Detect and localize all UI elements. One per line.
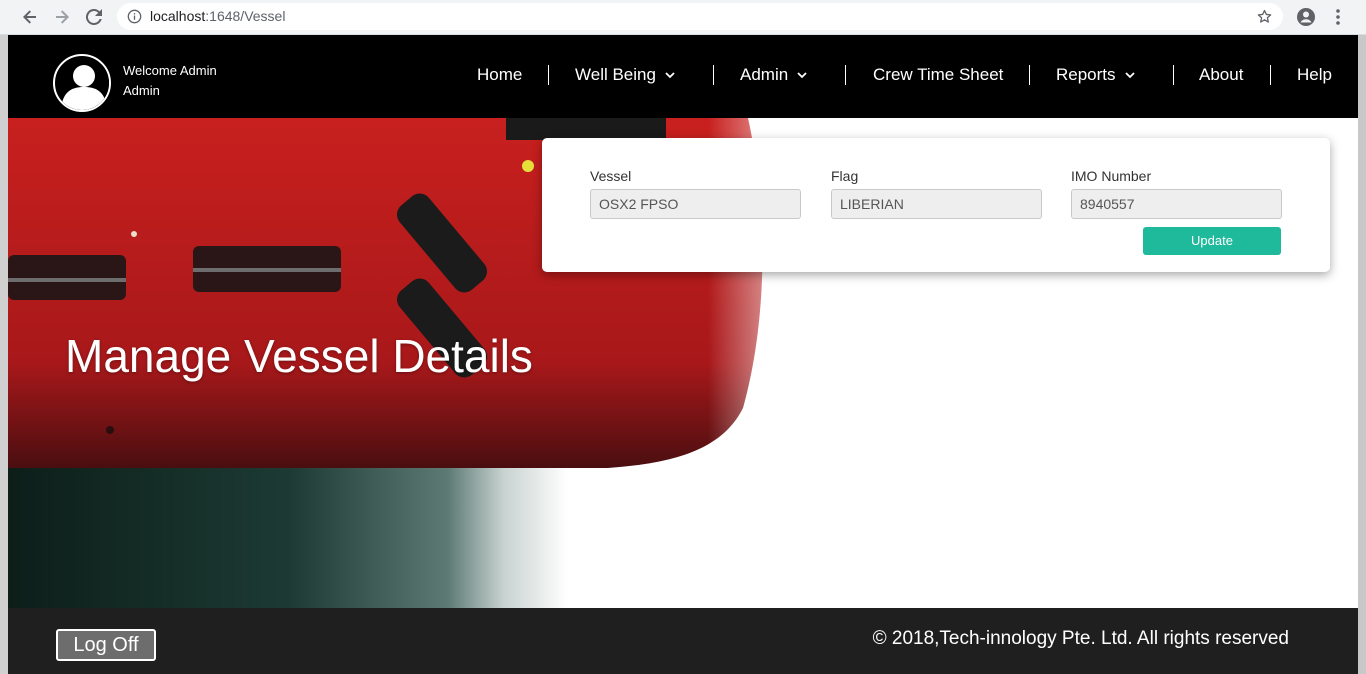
- nav-reports-label: Reports: [1056, 65, 1116, 84]
- info-icon[interactable]: [127, 9, 142, 24]
- nav-divider: [1173, 65, 1174, 85]
- page: Welcome Admin Admin Home Well Being Admi…: [8, 35, 1358, 674]
- nav-about[interactable]: About: [1199, 63, 1243, 87]
- welcome-text: Welcome Admin Admin: [123, 61, 217, 101]
- window-scrollbar-track[interactable]: [1358, 35, 1366, 674]
- update-button[interactable]: Update: [1143, 227, 1281, 255]
- browser-toolbar: localhost:1648/Vessel: [0, 0, 1366, 35]
- user-avatar-icon: [57, 58, 109, 110]
- window-left-edge: [0, 35, 8, 674]
- url-host: localhost: [150, 8, 206, 24]
- vessel-input[interactable]: [590, 189, 801, 219]
- hero-banner: Manage Vessel Details Vessel Flag IMO Nu…: [8, 118, 1358, 608]
- nav-crew-time-sheet-label: Crew Time Sheet: [873, 65, 1004, 84]
- nav-help[interactable]: Help: [1297, 63, 1332, 87]
- chevron-down-icon: [665, 72, 675, 79]
- site-header: Welcome Admin Admin Home Well Being Admi…: [8, 35, 1358, 118]
- bookmark-star-icon[interactable]: [1256, 8, 1273, 25]
- nav-well-being-label: Well Being: [575, 65, 656, 84]
- user-avatar: [53, 54, 111, 112]
- forward-arrow-icon: [56, 10, 69, 24]
- nav-divider: [845, 65, 846, 85]
- nav-home[interactable]: Home: [477, 63, 522, 87]
- page-title: Manage Vessel Details: [65, 330, 533, 382]
- welcome-line: Welcome Admin: [123, 63, 217, 78]
- flag-label: Flag: [831, 168, 859, 184]
- account-icon[interactable]: [1294, 5, 1318, 29]
- url-path: :1648/Vessel: [205, 8, 286, 24]
- address-text[interactable]: localhost:1648/Vessel: [150, 9, 285, 24]
- nav-home-label: Home: [477, 65, 523, 84]
- nav-well-being[interactable]: Well Being: [575, 63, 676, 87]
- imo-number-label: IMO Number: [1071, 168, 1152, 184]
- nav-crew-time-sheet[interactable]: Crew Time Sheet: [873, 63, 1003, 87]
- back-arrow-icon: [23, 10, 36, 24]
- forward-button[interactable]: [50, 5, 74, 29]
- chevron-down-icon: [1124, 72, 1135, 79]
- nav-divider: [713, 65, 714, 85]
- reload-button[interactable]: [82, 5, 106, 29]
- flag-input[interactable]: [831, 189, 1042, 219]
- nav-divider: [1029, 65, 1030, 85]
- chevron-down-icon: [797, 72, 807, 79]
- back-button[interactable]: [18, 5, 42, 29]
- nav-help-label: Help: [1297, 65, 1332, 84]
- nav-admin[interactable]: Admin: [740, 63, 808, 87]
- nav-divider: [1270, 65, 1271, 85]
- nav-about-label: About: [1199, 65, 1244, 84]
- vessel-form-card: Vessel Flag IMO Number Update: [542, 138, 1330, 272]
- log-off-button[interactable]: Log Off: [56, 629, 156, 661]
- user-role: Admin: [123, 83, 160, 98]
- address-bar[interactable]: localhost:1648/Vessel: [117, 3, 1283, 30]
- imo-number-input[interactable]: [1071, 189, 1282, 219]
- kebab-menu-icon[interactable]: [1328, 5, 1348, 29]
- nav-admin-label: Admin: [740, 65, 789, 84]
- nav-divider: [548, 65, 549, 85]
- copyright-text: © 2018,Tech-innology Pte. Ltd. All right…: [872, 628, 1289, 649]
- site-footer: Log Off © 2018,Tech-innology Pte. Ltd. A…: [8, 608, 1358, 674]
- reload-icon: [86, 9, 102, 25]
- nav-reports[interactable]: Reports: [1056, 63, 1136, 87]
- vessel-label: Vessel: [590, 168, 632, 184]
